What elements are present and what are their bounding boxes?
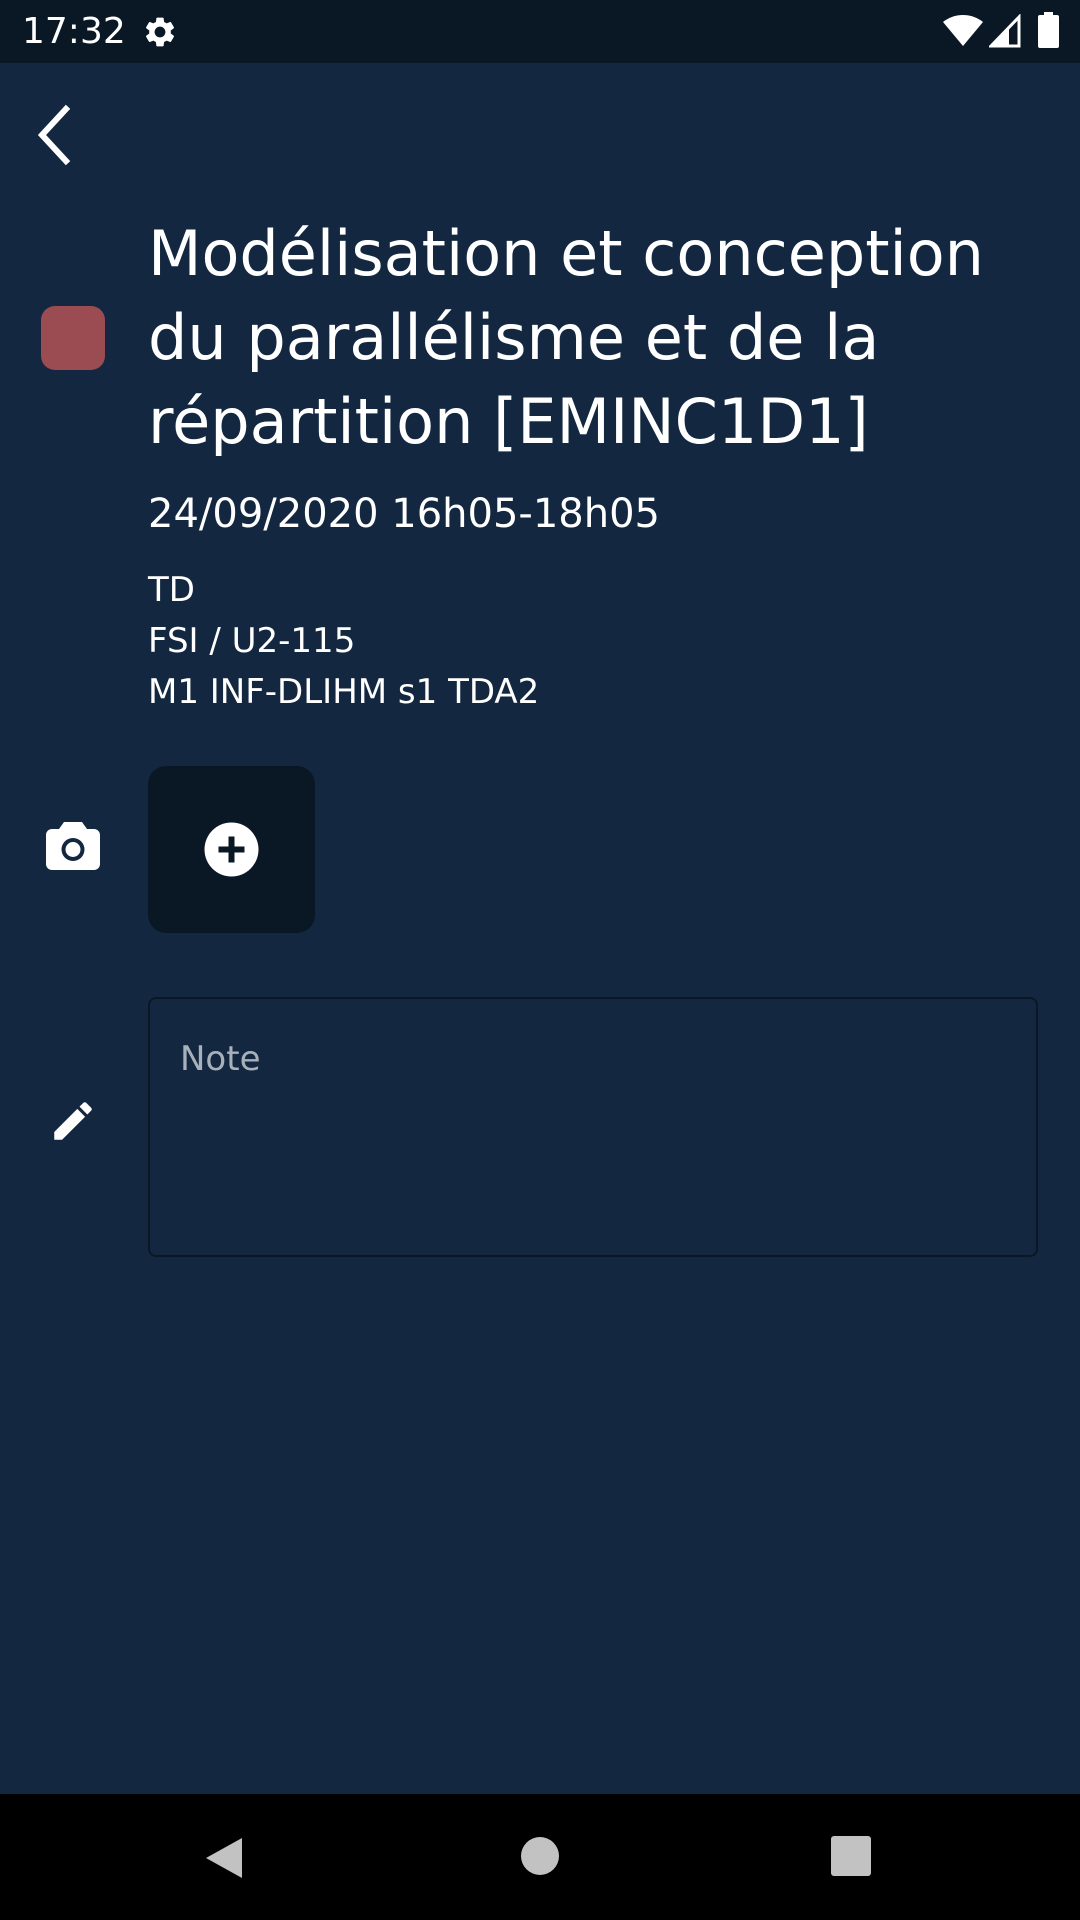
battery-icon <box>1038 12 1059 48</box>
back-button[interactable] <box>30 103 86 167</box>
event-location: FSI / U2-115 <box>148 621 356 661</box>
plus-circle-icon <box>204 822 259 877</box>
event-detail-screen: 17:32 Modélisation et conception du para… <box>0 0 1080 1920</box>
nav-home-icon[interactable] <box>520 1836 560 1876</box>
pencil-icon <box>54 1102 92 1140</box>
wifi-icon <box>943 15 983 46</box>
course-color-marker <box>41 306 105 370</box>
nav-recents-icon[interactable] <box>831 1836 871 1876</box>
event-details: TD FSI / U2-115 M1 INF-DLIHM s1 TDA2 <box>148 565 539 718</box>
nav-back-icon[interactable] <box>204 1836 244 1880</box>
gear-icon <box>145 17 175 47</box>
camera-icon <box>46 822 100 870</box>
event-type: TD <box>148 570 195 610</box>
add-photo-button[interactable] <box>148 766 315 933</box>
event-title: Modélisation et conception du parallélis… <box>148 217 984 458</box>
note-field <box>148 997 1038 1257</box>
status-time: 17:32 <box>22 11 126 52</box>
event-group: M1 INF-DLIHM s1 TDA2 <box>148 672 540 712</box>
chevron-left-icon <box>37 104 71 166</box>
note-input[interactable] <box>150 999 1036 1255</box>
system-nav-bar <box>0 1794 1080 1920</box>
event-datetime: 24/09/2020 16h05-18h05 <box>148 491 660 537</box>
status-bar: 17:32 <box>0 0 1080 63</box>
signal-icon <box>989 14 1021 48</box>
